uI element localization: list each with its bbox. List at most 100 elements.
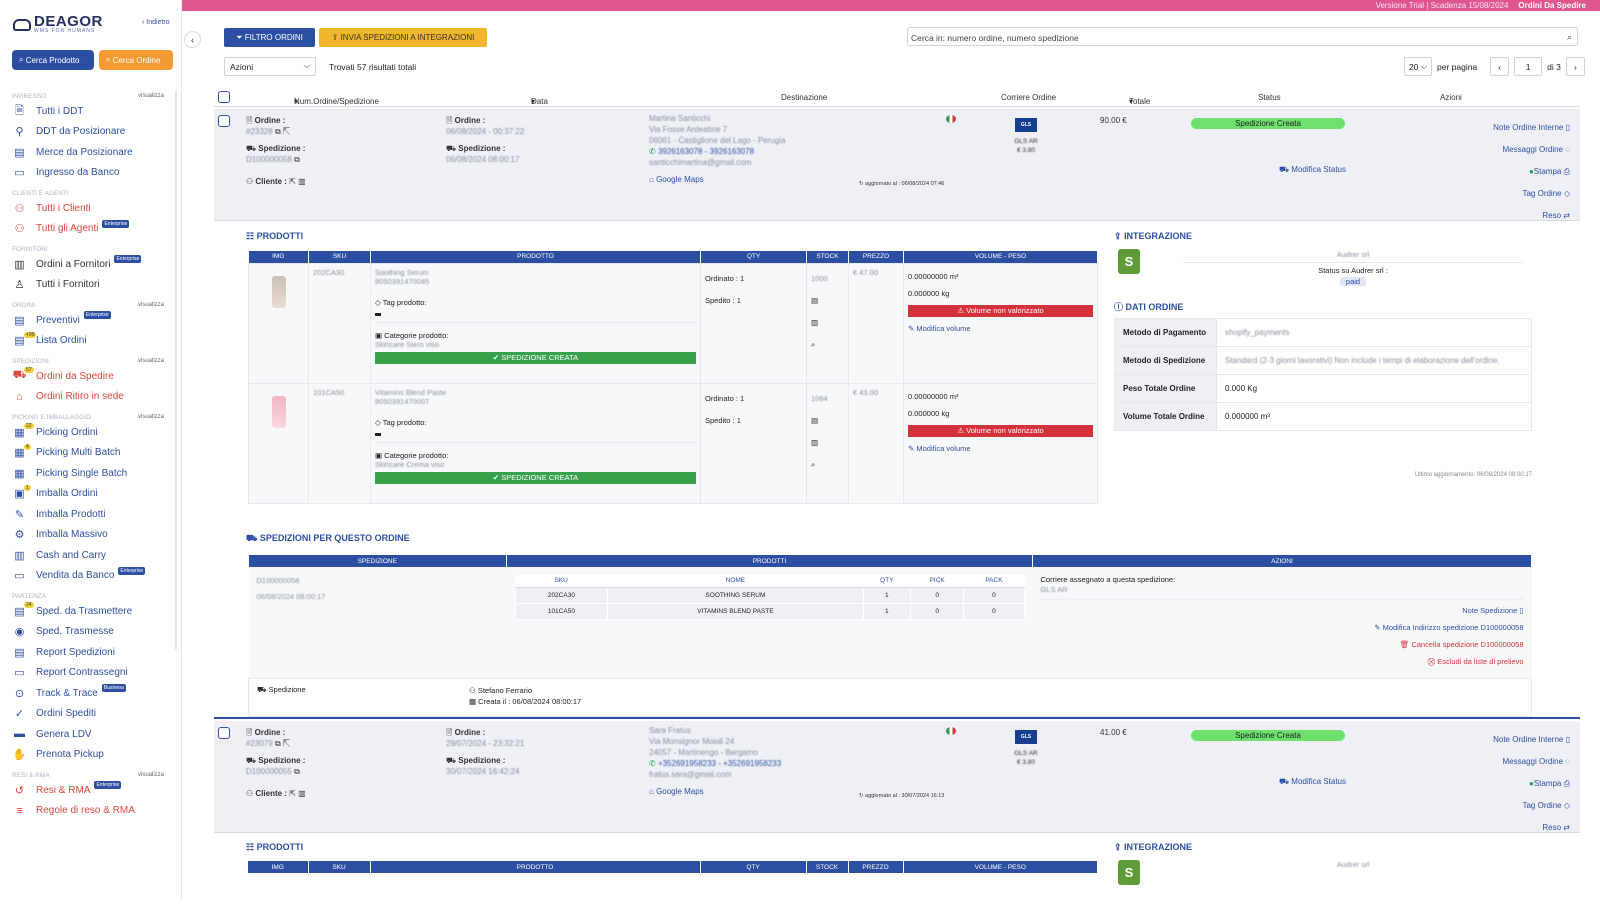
sidebar-item-imballa-massivo[interactable]: ⚙ Imballa Massivo xyxy=(12,525,164,546)
sidebar-item-picking-ordini[interactable]: ▦ 22 Picking Ordini xyxy=(12,422,164,443)
sidebar-item-ordini-spediti[interactable]: ✓ Ordini Spediti xyxy=(12,704,164,725)
sidebar-item-prenota-pickup[interactable]: ✋ Prenota Pickup xyxy=(12,745,164,766)
total-cell: 41.00 € xyxy=(1100,727,1127,738)
whatsapp-icon[interactable]: ✆ xyxy=(649,147,658,156)
row-checkbox[interactable] xyxy=(218,115,230,127)
sidebar-item-ingresso-da-banco[interactable]: ▭ Ingresso da Banco xyxy=(12,163,164,184)
logo[interactable]: DEAGOR WMS FOR HUMANS xyxy=(13,14,103,34)
search-order-button[interactable]: ⌕ Cerca Ordine xyxy=(99,50,173,70)
sidebar-item-tutti-i-ddt[interactable]: 🗎 Tutti i DDT xyxy=(12,101,164,122)
sidebar-item-resi-rma[interactable]: ↺ Resi & RMA Enterprise xyxy=(12,780,164,801)
sidebar-item-sped-trasmesse[interactable]: ◉ Sped. Trasmesse xyxy=(12,622,164,643)
modify-status-link[interactable]: ⛟ Modifica Status xyxy=(1279,164,1346,175)
sidebar-item-tutti-i-fornitori[interactable]: ♙ Tutti i Fornitori xyxy=(12,275,164,296)
modify-volume-link[interactable]: ✎ Modifica volume xyxy=(908,440,1093,457)
sidebar-item-report-contrassegni[interactable]: ▭ Report Contrassegni xyxy=(12,663,164,684)
sidebar-item-track-trace[interactable]: ⊙ Track & Trace Business xyxy=(12,683,164,704)
actions-select[interactable]: Azioni xyxy=(224,57,316,76)
external-link-icon[interactable]: ⇱ xyxy=(283,739,290,748)
print-link[interactable]: ●Stampa ⎙ xyxy=(1493,773,1570,795)
warehouse-icon[interactable]: ▤ xyxy=(811,290,844,312)
table-row: 🗎 Ordine : #23328 ⧉ ⇱ ⛟ Spedizione : D10… xyxy=(214,109,1580,221)
sidebar-item-cash-and-carry[interactable]: ▥ Cash and Carry xyxy=(12,545,164,566)
internal-notes-link[interactable]: Note Ordine Interne ▯ xyxy=(1493,729,1570,751)
stats-icon[interactable]: ▥ xyxy=(298,789,306,798)
sidebar-item-ordini-da-spedire[interactable]: ⛟ 57 Ordini da Spedire xyxy=(12,366,164,387)
collapse-sidebar-button[interactable]: ‹ xyxy=(184,31,201,48)
stats-icon[interactable]: ▥ xyxy=(298,177,306,186)
view-all-link[interactable]: visualizza xyxy=(138,93,164,99)
sidebar-item-merce-da-posizionare[interactable]: ▤ Merce da Posizionare xyxy=(12,142,164,163)
dest-phone[interactable]: +352691958233 - +352691958233 xyxy=(658,759,781,768)
copy-icon[interactable]: ⧉ xyxy=(275,739,281,748)
order-tag-link[interactable]: Tag Ordine ◇ xyxy=(1493,183,1570,205)
search-icon[interactable]: ⌕ xyxy=(1567,32,1572,43)
sidebar-item-tutti-gli-agenti[interactable]: ⚇ Tutti gli Agenti Enterprise xyxy=(12,219,164,240)
view-all-link[interactable]: visualizza xyxy=(138,302,164,308)
send-integrations-button[interactable]: ⇪ INVIA SPEDIZIONI A INTEGRAZIONI xyxy=(319,28,487,47)
sidebar-item-report-spedizioni[interactable]: ▤ Report Spedizioni xyxy=(12,642,164,663)
search-input[interactable]: Cerca in: numero ordine, numero spedizio… xyxy=(907,27,1578,46)
print-link[interactable]: ●Stampa ⎙ xyxy=(1493,161,1570,183)
per-page-select[interactable]: 20 ⌵ xyxy=(1404,57,1432,76)
cancel-shipment-link[interactable]: 🗑 Cancella spedizione D100000058 xyxy=(1041,636,1524,653)
copy-icon[interactable]: ⧉ xyxy=(294,155,300,164)
internal-notes-link[interactable]: Note Ordine Interne ▯ xyxy=(1493,117,1570,139)
sidebar-item-picking-single-batch[interactable]: ▦ Picking Single Batch xyxy=(12,463,164,484)
prev-page-button[interactable]: ‹ xyxy=(1490,57,1510,76)
select-all-checkbox[interactable] xyxy=(218,91,230,103)
product-image[interactable] xyxy=(271,395,286,428)
external-link-icon[interactable]: ⇱ xyxy=(289,789,296,798)
sidebar-item-picking-multi-batch[interactable]: ▦ 4 Picking Multi Batch xyxy=(12,443,164,464)
messages-link[interactable]: Messaggi Ordine ◌ xyxy=(1493,139,1570,161)
send-icon: ⇪ xyxy=(331,33,341,42)
sidebar-item-tutti-i-clienti[interactable]: ⚇ Tutti i Clienti xyxy=(12,198,164,219)
view-all-link[interactable]: visualizza xyxy=(138,414,164,420)
modify-volume-link[interactable]: ✎ Modifica volume xyxy=(908,320,1093,337)
filter-orders-button[interactable]: ⏷ FILTRO ORDINI xyxy=(224,28,315,47)
ship-product-pick: 0 xyxy=(909,586,965,604)
sidebar-item-imballa-prodotti[interactable]: ✎ Imballa Prodotti xyxy=(12,504,164,525)
external-link-icon[interactable]: ⇱ xyxy=(283,127,290,136)
whatsapp-icon[interactable]: ✆ xyxy=(649,759,658,768)
view-all-link[interactable]: visualizza xyxy=(138,358,164,364)
sidebar-item-genera-ldv[interactable]: ▬ Genera LDV xyxy=(12,724,164,745)
trial-notice[interactable]: Versione Trial | Scadenza 15/08/2024 xyxy=(1376,1,1509,10)
sidebar-item-ddt-da-posizionare[interactable]: ⚲ DDT da Posizionare xyxy=(12,122,164,143)
sidebar-item-imballa-ordini[interactable]: ▣ 1 Imballa Ordini xyxy=(12,484,164,505)
back-link[interactable]: ‹ Indietro xyxy=(142,19,170,26)
exclude-picking-link[interactable]: ⛒ Escludi da liste di prelievo xyxy=(1041,653,1523,670)
boxes-icon[interactable]: ▥ xyxy=(811,432,844,454)
warehouse-icon[interactable]: ▤ xyxy=(811,410,844,432)
sidebar-scrollbar[interactable] xyxy=(175,90,177,650)
order-tag-link[interactable]: Tag Ordine ◇ xyxy=(1493,795,1570,817)
external-link-icon[interactable]: ⇱ xyxy=(289,177,296,186)
sidebar-item-lista-ordini[interactable]: ▤ +99 Lista Ordini xyxy=(12,331,164,352)
modify-address-link[interactable]: ✎ Modifica Indirizzo spedizione D1000000… xyxy=(1041,619,1523,636)
copy-icon[interactable]: ⧉ xyxy=(275,127,281,136)
sidebar-item-regole-di-reso-rma[interactable]: ≡ Regole di reso & RMA xyxy=(12,801,164,822)
ship-date-label: Spedizione : xyxy=(458,144,506,153)
ship-note-link[interactable]: Note Spedizione ▯ xyxy=(1041,602,1523,619)
next-page-button[interactable]: › xyxy=(1565,57,1585,76)
sidebar-item-preventivi[interactable]: ▤ Preventivi Enterprise xyxy=(12,310,164,331)
ship-product-sku: 202CA30 xyxy=(514,586,609,604)
copy-icon[interactable]: ⧉ xyxy=(294,767,300,776)
page-input[interactable]: 1 xyxy=(1514,57,1543,76)
row-checkbox[interactable] xyxy=(218,727,230,739)
search-icon[interactable]: ⌕ xyxy=(811,454,844,476)
product-image[interactable] xyxy=(271,275,286,308)
search-icon[interactable]: ⌕ xyxy=(811,334,844,356)
dest-phone[interactable]: 3926163078 - 3926163078 xyxy=(658,147,754,156)
view-all-link[interactable]: visualizza xyxy=(138,772,164,778)
sidebar-item-ordini-a-fornitori[interactable]: ▥ Ordini a Fornitori Enterprise xyxy=(12,254,164,275)
sidebar-item-sped-da-trasmettere[interactable]: ▤ 24 Sped. da Trasmettere xyxy=(12,601,164,622)
document-icon: 🗎 xyxy=(246,116,255,125)
modify-status-link[interactable]: ⛟ Modifica Status xyxy=(1279,776,1346,787)
messages-link[interactable]: Messaggi Ordine ◌ xyxy=(1493,751,1570,773)
sidebar-item-vendita-da-banco[interactable]: ▭ Vendita da Banco Enterprise xyxy=(12,566,164,587)
boxes-icon[interactable]: ▥ xyxy=(811,312,844,334)
ship-products-header-cell: PACK xyxy=(963,575,1025,588)
sidebar-item-ordini-ritiro-in-sede[interactable]: ⌂ Ordini Ritiro in sede xyxy=(12,387,164,408)
search-product-button[interactable]: ⌕ Cerca Prodotto xyxy=(12,50,94,70)
